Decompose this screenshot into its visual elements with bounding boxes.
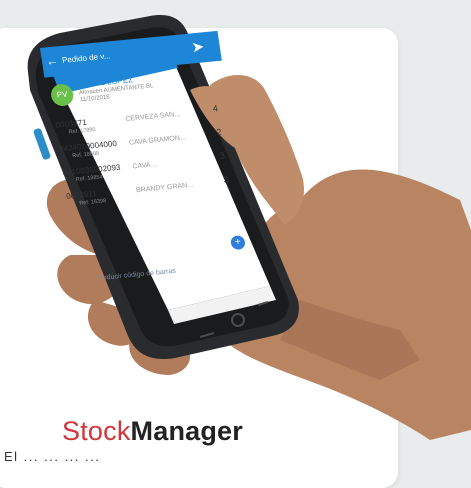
brand-logo: StockManager (62, 416, 243, 447)
item-quantity: 3 (219, 150, 226, 162)
phone-screen: ← Pedido de v... ➤ PV ANGEL LOPEZ Almace… (40, 30, 262, 307)
item-quantity: 3 (222, 174, 230, 185)
item-description: CAVA GRAMON... (128, 134, 187, 147)
item-description: CAVA ... (132, 161, 159, 171)
order-date: 11/10/2018 (79, 94, 111, 104)
avatar: PV (49, 83, 75, 107)
item-ref: Ref. 18854 (75, 174, 104, 183)
app-title: Pedido de v... (61, 51, 111, 65)
caption-text: El ... ... ... ... (4, 449, 101, 464)
item-quantity: 4 (212, 103, 219, 114)
arrow-left-icon[interactable]: ← (45, 53, 59, 68)
item-ref: Ref. 17890 (68, 126, 97, 136)
item-description: BRANDY GRAN... (135, 181, 194, 195)
brand-part-stock: Stock (62, 416, 131, 446)
add-item-button[interactable]: + (229, 235, 246, 251)
brand-part-manager: Manager (130, 416, 243, 446)
barcode-input[interactable]: Introducir código de barras (92, 268, 176, 283)
item-ref: Ref. 16398 (79, 198, 107, 207)
item-description: CERVEZA SAN... (124, 110, 181, 123)
send-icon[interactable]: ➤ (190, 37, 205, 56)
item-ref: Ref. 18808 (71, 150, 100, 160)
item-quantity: 2 (215, 126, 223, 138)
